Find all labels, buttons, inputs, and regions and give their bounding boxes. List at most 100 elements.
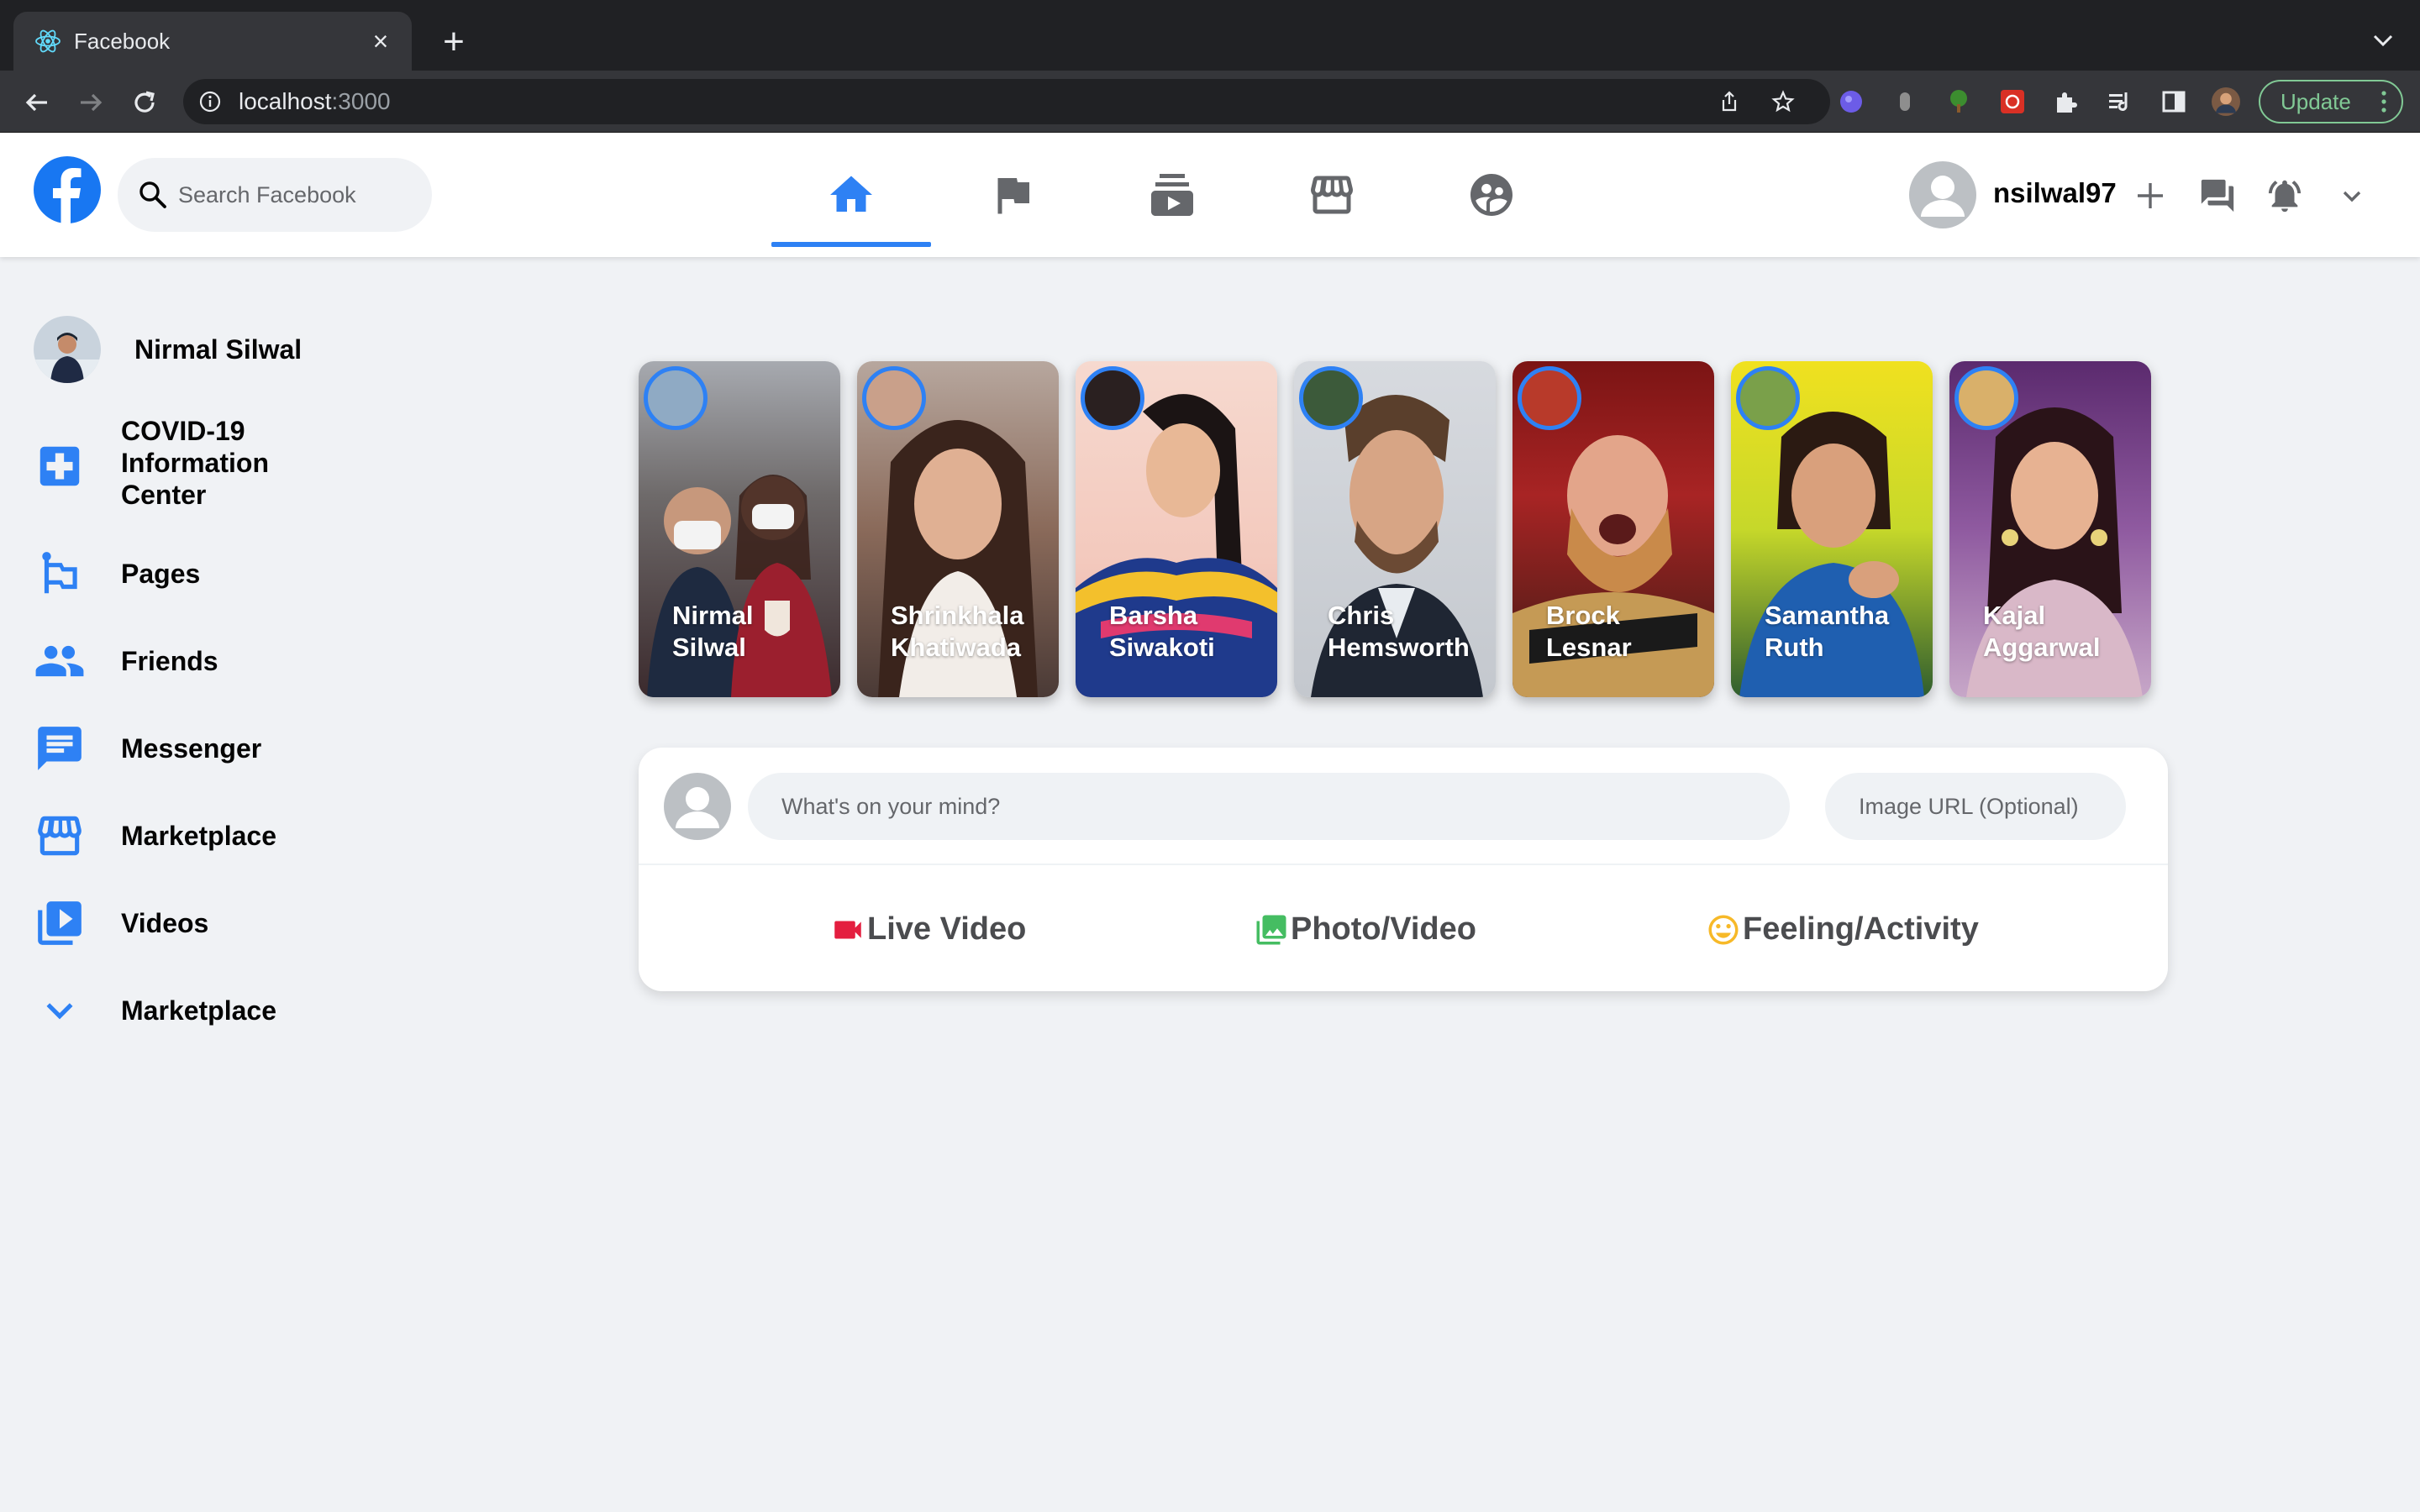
browser-toolbar: localhost:3000 Update xyxy=(0,71,2420,133)
story-avatar xyxy=(1518,366,1581,430)
status-input[interactable] xyxy=(748,773,1790,840)
extensions-puzzle-icon[interactable] xyxy=(2052,87,2081,116)
sidebar-avatar xyxy=(34,316,101,383)
sidebar-item-label: Pages xyxy=(121,559,201,589)
live-video-button[interactable]: Live Video xyxy=(830,906,1040,953)
story-card[interactable]: Samantha Ruth xyxy=(1731,361,1933,697)
update-label: Update xyxy=(2281,89,2351,114)
image-url-input[interactable] xyxy=(1825,773,2126,840)
local-hospital-icon xyxy=(39,446,80,486)
header-username[interactable]: nsilwal97 xyxy=(1993,176,2117,210)
url-text: localhost:3000 xyxy=(239,89,391,114)
sidebar-item-pages[interactable]: Pages xyxy=(34,548,387,600)
url-port: :3000 xyxy=(331,88,391,114)
header-avatar[interactable] xyxy=(1909,161,1976,228)
photo-video-button[interactable]: Photo/Video xyxy=(1254,906,1497,953)
site-info-icon[interactable] xyxy=(198,90,222,113)
sidebar-item-label: Friends xyxy=(121,646,218,676)
message-composer: Live Video Photo/Video Feeling/Activity xyxy=(639,748,2168,991)
default-avatar-icon xyxy=(1921,176,1965,217)
story-card[interactable]: Barsha Siwakoti xyxy=(1076,361,1277,697)
sidebar-item-label: Messenger xyxy=(121,733,262,764)
story-avatar xyxy=(644,366,708,430)
back-arrow-icon[interactable] xyxy=(20,86,54,119)
nav-groups[interactable] xyxy=(1412,168,1571,227)
tab-close-icon[interactable]: × xyxy=(366,27,395,55)
story-avatar xyxy=(1299,366,1363,430)
reload-icon[interactable] xyxy=(128,86,161,119)
sidebar-item-label: Videos xyxy=(121,908,209,938)
react-favicon-icon xyxy=(35,29,60,53)
flag-icon xyxy=(997,178,1029,214)
forum-icon[interactable] xyxy=(2198,176,2237,215)
extension-tree-icon[interactable] xyxy=(1944,87,1973,116)
story-card[interactable]: Shrinkhala Khatiwada xyxy=(857,361,1059,697)
notifications-active-icon[interactable] xyxy=(2265,176,2304,215)
story-card[interactable]: Chris Hemsworth xyxy=(1294,361,1496,697)
story-name: Shrinkhala Khatiwada xyxy=(891,601,1024,662)
sidebar-item-covid[interactable]: COVID-19 Information Center xyxy=(34,415,387,516)
nav-home[interactable] xyxy=(771,168,931,247)
story-name: Chris Hemsworth xyxy=(1328,601,1470,662)
media-queue-icon[interactable] xyxy=(2106,87,2134,116)
bookmark-star-icon[interactable] xyxy=(1771,90,1795,113)
browser-tab[interactable]: Facebook × xyxy=(13,12,412,71)
more-vert-icon[interactable] xyxy=(2380,81,2388,122)
story-name: Kajal Aggarwal xyxy=(1983,601,2101,662)
story-name: Nirmal Silwal xyxy=(672,601,754,662)
story-card[interactable]: Nirmal Silwal xyxy=(639,361,840,697)
share-icon[interactable] xyxy=(1718,90,1741,113)
url-host: localhost xyxy=(239,88,332,114)
emoji-flags-icon xyxy=(42,552,77,594)
profile-avatar-icon[interactable] xyxy=(2212,87,2240,116)
search-box[interactable] xyxy=(118,158,432,232)
expand-more-icon xyxy=(46,1003,73,1020)
side-panel-icon[interactable] xyxy=(2160,87,2188,116)
address-bar[interactable]: localhost:3000 xyxy=(183,79,1830,124)
forward-arrow-icon[interactable] xyxy=(74,86,108,119)
story-avatar xyxy=(1081,366,1144,430)
story-name: Barsha Siwakoti xyxy=(1109,601,1215,662)
new-tab-button[interactable]: + xyxy=(437,24,471,60)
video-library-icon xyxy=(38,901,82,945)
story-card[interactable]: Brock Lesnar xyxy=(1512,361,1714,697)
photo-library-icon xyxy=(1256,915,1286,945)
nav-watch[interactable] xyxy=(1092,168,1252,227)
sidebar-item-marketplace[interactable]: Marketplace xyxy=(34,810,387,862)
story-card[interactable]: Kajal Aggarwal xyxy=(1949,361,2151,697)
sidebar-item-messenger[interactable]: Messenger xyxy=(34,722,387,774)
nav-marketplace[interactable] xyxy=(1252,168,1412,227)
insert-emoticon-icon xyxy=(1708,915,1739,945)
tab-search-chevron-icon[interactable] xyxy=(2366,24,2400,57)
tab-title: Facebook xyxy=(74,29,171,54)
story-name: Samantha Ruth xyxy=(1765,601,1890,662)
extension-red-icon[interactable] xyxy=(1998,87,2027,116)
nav-pages[interactable] xyxy=(933,168,1092,227)
facebook-logo-icon[interactable] xyxy=(34,156,101,223)
sidebar-item-more[interactable]: Marketplace xyxy=(34,984,387,1037)
story-avatar xyxy=(1736,366,1800,430)
sidebar-item-videos[interactable]: Videos xyxy=(34,897,387,949)
composer-top xyxy=(639,748,2168,865)
search-input[interactable] xyxy=(178,176,413,213)
sidebar-profile-name: Nirmal Silwal xyxy=(134,334,302,365)
fb-header: nsilwal97 xyxy=(0,133,2420,257)
supervised-user-icon xyxy=(1470,174,1512,216)
extension-purple-icon[interactable] xyxy=(1837,87,1865,116)
profile-photo-icon xyxy=(34,316,101,383)
feeling-activity-button[interactable]: Feeling/Activity xyxy=(1706,906,1991,953)
action-label: Live Video xyxy=(867,911,1027,947)
browser-tabstrip: Facebook × + xyxy=(0,0,2420,71)
action-label: Feeling/Activity xyxy=(1743,911,1979,947)
action-label: Photo/Video xyxy=(1291,911,1476,947)
sidebar-item-friends[interactable]: Friends xyxy=(34,635,387,687)
update-button[interactable]: Update xyxy=(2259,80,2403,123)
composer-avatar[interactable] xyxy=(664,773,731,840)
search-icon xyxy=(139,181,166,208)
add-icon[interactable] xyxy=(2131,176,2170,215)
home-icon xyxy=(830,176,872,212)
story-avatar xyxy=(1954,366,2018,430)
expand-more-icon[interactable] xyxy=(2333,176,2371,215)
extension-gray-icon[interactable] xyxy=(1891,87,1919,116)
sidebar-profile[interactable]: Nirmal Silwal xyxy=(34,316,387,383)
